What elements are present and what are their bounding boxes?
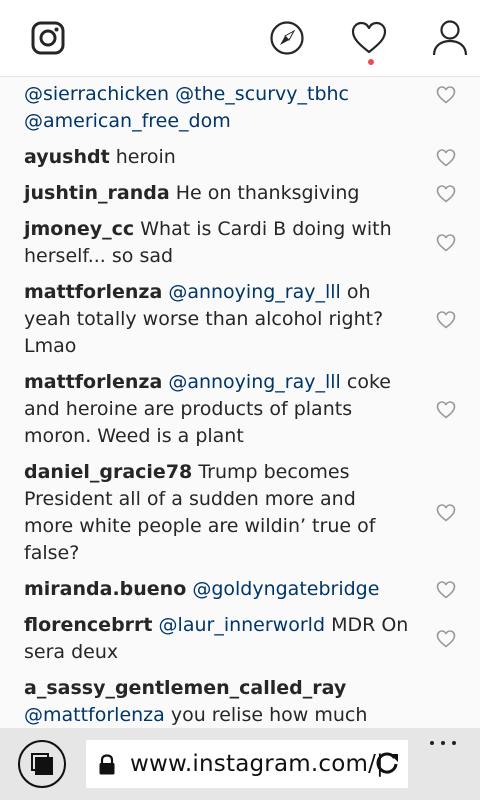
more-dot-icon xyxy=(430,741,434,745)
more-dot-icon xyxy=(441,741,445,745)
comment-text: He on thanksgiving xyxy=(175,182,360,204)
comment-item: miranda.bueno @goldyngatebridge xyxy=(0,576,480,603)
comment-item: jushtin_randa He on thanksgiving xyxy=(0,180,480,207)
comment-mention[interactable]: @mattforlenza xyxy=(24,704,165,726)
more-options-button[interactable] xyxy=(428,734,460,754)
comment-username[interactable]: florencebrrt xyxy=(24,614,153,636)
comment-item: ayushdt heroin xyxy=(0,144,480,171)
comment-item: mattforlenza @annoying_ray_lll coke and … xyxy=(0,369,480,450)
like-comment-heart-icon[interactable] xyxy=(436,310,456,330)
explore-button[interactable] xyxy=(263,14,311,62)
url-text[interactable]: www.instagram.com/| xyxy=(130,748,384,780)
comment-username[interactable]: jmoney_cc xyxy=(24,218,134,240)
tabs-icon-front xyxy=(35,757,53,775)
comment-item: florencebrrt @laur_innerworld MDR On ser… xyxy=(0,612,480,666)
like-comment-heart-icon[interactable] xyxy=(436,233,456,253)
heart-icon xyxy=(351,21,387,54)
browser-bottom-bar: www.instagram.com/| xyxy=(0,728,480,800)
comment-mention[interactable]: @sierrachicken xyxy=(24,83,169,105)
instagram-mobile-page: allisonwaffles Lol dtsp fur sure. @sierr… xyxy=(0,0,480,800)
comments-list: allisonwaffles Lol dtsp fur sure. @sierr… xyxy=(0,0,480,728)
like-comment-heart-icon[interactable] xyxy=(436,85,456,105)
instagram-home-button[interactable] xyxy=(24,14,72,62)
comments-inner: allisonwaffles Lol dtsp fur sure. @sierr… xyxy=(0,54,480,728)
comment-mention[interactable]: @american_free_dom xyxy=(24,110,231,132)
like-comment-heart-icon[interactable] xyxy=(436,400,456,420)
more-dot-icon xyxy=(452,741,456,745)
comment-item: mattforlenza @annoying_ray_lll oh yeah t… xyxy=(0,279,480,360)
comment-mention[interactable]: @laur_innerworld xyxy=(159,614,325,636)
comment-item: a_sassy_gentlemen_called_ray @mattforlen… xyxy=(0,675,480,728)
comment-mention[interactable]: @goldyngatebridge xyxy=(192,578,379,600)
address-bar[interactable]: www.instagram.com/| xyxy=(86,740,408,788)
reload-icon[interactable] xyxy=(374,751,400,777)
tabs-button[interactable] xyxy=(18,740,66,788)
comment-mention[interactable]: @annoying_ray_lll xyxy=(168,281,341,303)
comment-username[interactable]: mattforlenza xyxy=(24,281,162,303)
like-comment-heart-icon[interactable] xyxy=(436,629,456,649)
profile-icon xyxy=(432,20,468,56)
activity-button[interactable] xyxy=(345,14,393,62)
comment-username[interactable]: a_sassy_gentlemen_called_ray xyxy=(24,677,346,699)
profile-button[interactable] xyxy=(426,14,474,62)
comment-username[interactable]: miranda.bueno xyxy=(24,578,186,600)
comment-mention[interactable]: @annoying_ray_lll xyxy=(168,371,341,393)
comment-username[interactable]: ayushdt xyxy=(24,146,110,168)
lock-icon xyxy=(99,754,115,775)
like-comment-heart-icon[interactable] xyxy=(436,580,456,600)
like-comment-heart-icon[interactable] xyxy=(436,148,456,168)
compass-icon xyxy=(270,21,304,55)
comment-mention[interactable]: @the_scurvy_tbhc xyxy=(175,83,349,105)
like-comment-heart-icon[interactable] xyxy=(436,184,456,204)
like-comment-heart-icon[interactable] xyxy=(436,503,456,523)
instagram-icon xyxy=(31,21,65,55)
comment-text: heroin xyxy=(115,146,176,168)
top-navigation xyxy=(0,0,480,77)
comment-username[interactable]: jushtin_randa xyxy=(24,182,170,204)
comment-username[interactable]: mattforlenza xyxy=(24,371,162,393)
comment-username[interactable]: daniel_gracie78 xyxy=(24,461,192,483)
comment-item: daniel_gracie78 Trump becomes President … xyxy=(0,459,480,567)
comment-item: jmoney_cc What is Cardi B doing with her… xyxy=(0,216,480,270)
notification-dot xyxy=(368,59,374,65)
